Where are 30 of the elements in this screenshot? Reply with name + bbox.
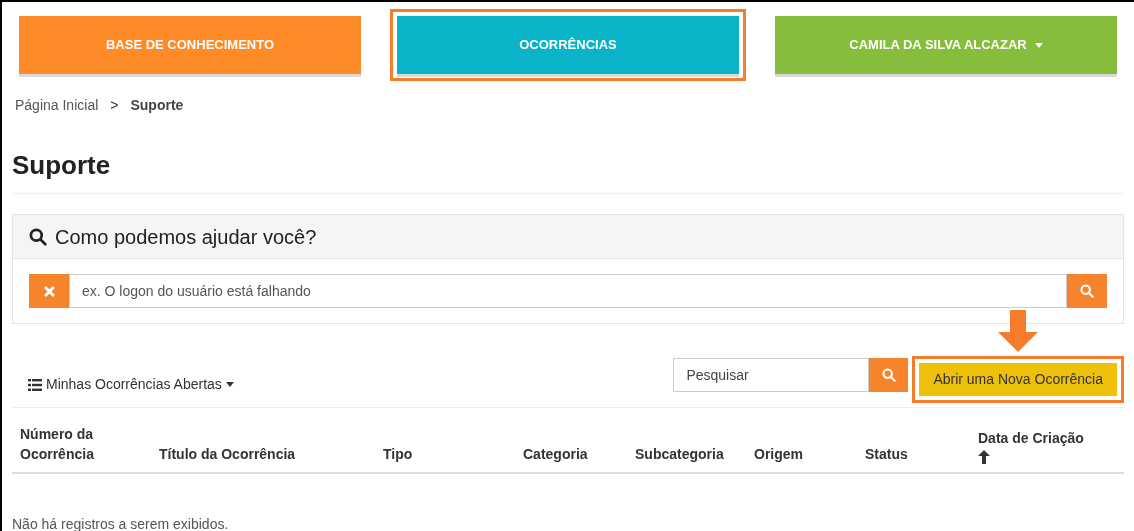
help-search-field[interactable]: ex. O logon do usuário está falhando xyxy=(69,274,1067,308)
breadcrumb-item[interactable]: Página Inicial xyxy=(15,95,99,116)
arrow-icon xyxy=(998,310,1039,352)
search-icon xyxy=(29,227,47,246)
table-search-field[interactable]: Pesquisar xyxy=(673,358,870,392)
column-header[interactable]: Subcategoria xyxy=(627,444,746,464)
new-ticket-button[interactable]: Abrir uma Nova Ocorrência xyxy=(919,363,1117,396)
caret-icon xyxy=(1034,42,1043,48)
search-icon xyxy=(881,368,896,382)
column-header[interactable]: Categoria xyxy=(515,444,627,464)
search-button[interactable] xyxy=(869,358,909,392)
breadcrumb-separator: > xyxy=(110,96,119,115)
panel-title: Como podemos ajudar você? xyxy=(55,224,317,250)
list-icon xyxy=(28,378,42,391)
column-header[interactable]: Tipo xyxy=(375,444,515,464)
clear-button[interactable] xyxy=(29,274,69,308)
column-header[interactable]: Data de Criação xyxy=(970,428,1120,464)
search-icon xyxy=(1080,284,1094,298)
column-header[interactable]: Status xyxy=(857,444,970,464)
page-title: Suporte xyxy=(12,149,112,182)
column-header[interactable]: Origem xyxy=(746,444,857,464)
search-button[interactable] xyxy=(1067,274,1107,308)
caret-icon xyxy=(225,382,234,387)
sort-arrow-icon xyxy=(978,450,990,464)
column-header[interactable]: Título da Ocorrência xyxy=(151,444,375,464)
breadcrumb-item: Suporte xyxy=(130,96,184,115)
view-menu[interactable]: Minhas Ocorrências Abertas xyxy=(12,374,250,395)
empty-message: Não há registros a serem exibidos. xyxy=(11,515,230,531)
column-header[interactable]: Número da Ocorrência xyxy=(12,424,151,464)
close-icon xyxy=(43,285,55,297)
